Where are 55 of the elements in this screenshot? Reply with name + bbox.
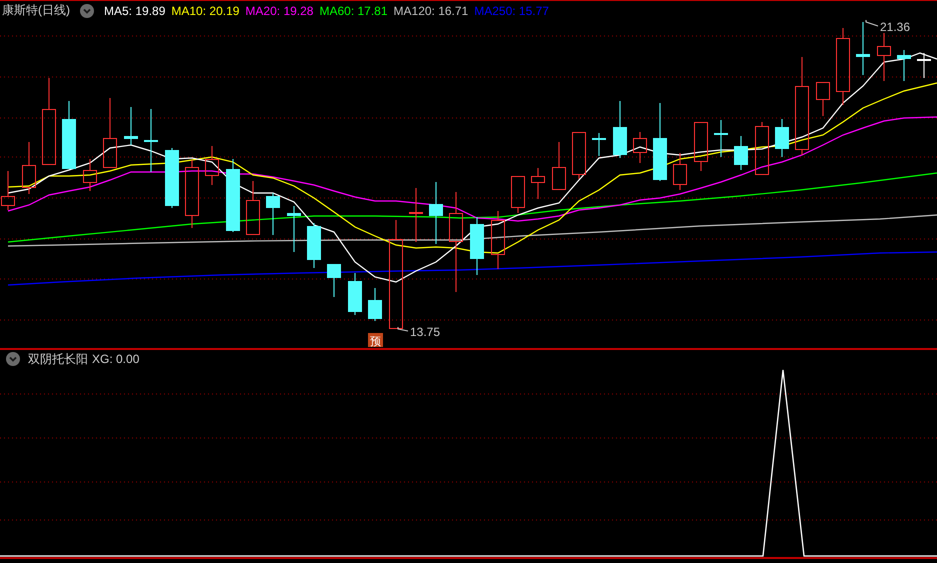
stock-title: 康斯特(日线) [2,2,70,19]
candlestick [22,142,36,194]
candlestick [552,142,566,190]
candlestick [83,158,97,192]
candlestick [816,82,830,116]
candlestick [633,132,647,164]
candlestick [62,100,76,170]
candlestick [592,132,606,156]
candlestick [409,188,423,242]
candlestick [185,160,199,228]
indicator-value: MA20: 19.28 [245,4,314,18]
candlestick [470,216,484,276]
candlestick [307,222,321,268]
candlestick [714,120,728,158]
candlestick [734,136,748,170]
indicator-value: MA10: 20.19 [171,4,240,18]
candlestick [368,288,382,322]
candlestick [856,22,870,76]
candlestick [287,206,301,252]
indicator-value: MA250: 15.77 [474,4,549,18]
leader-line [866,20,878,26]
indicator-value: MA5: 19.89 [104,4,166,18]
dropdown-icon[interactable] [6,352,20,366]
candlestick [877,32,891,82]
candlestick [266,192,280,236]
dropdown-icon[interactable] [80,4,94,18]
candlestick [694,122,708,172]
candlestick [613,100,627,158]
indicator-name: 双阴托长阳 [28,350,88,368]
forecast-badge: 预 [368,333,383,348]
indicator-value: MA120: 16.71 [394,4,468,18]
indicator-value: MA60: 17.81 [319,4,388,18]
candlestick [511,176,525,214]
candlestick [1,170,15,210]
candlestick [531,168,545,200]
candlestick [124,106,138,146]
candlestick [348,272,362,316]
candlestick [205,146,219,186]
candlestick [755,122,769,176]
price-label: 21.36 [880,20,910,34]
candlestick [491,210,505,270]
candlestick [103,98,117,168]
candlestick [246,180,260,236]
candlestick [673,152,687,190]
price-label: 13.75 [410,325,440,339]
candlestick [917,52,931,78]
indicator-value: XG: 0.00 [92,352,140,366]
candlestick [775,118,789,158]
candlestick [327,264,341,298]
candlestick [144,108,158,172]
candlestick [165,148,179,208]
leader-line [398,326,408,332]
candlestick [572,132,586,180]
candlestick [897,50,911,82]
candlestick [429,182,443,244]
